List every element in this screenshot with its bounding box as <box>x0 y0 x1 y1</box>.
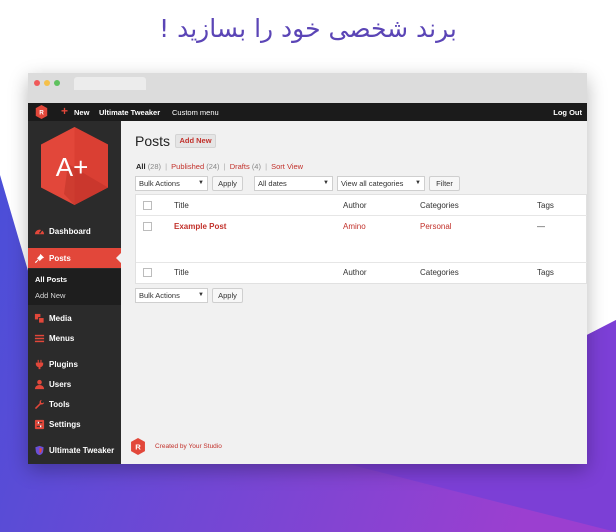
filter-all[interactable]: All <box>136 162 146 171</box>
apply-button-bottom[interactable]: Apply <box>212 288 243 303</box>
new-link[interactable]: New <box>74 108 89 117</box>
bulk-actions-value: Bulk Actions <box>139 179 180 188</box>
posts-table: Title Author Categories Tags Example Pos… <box>135 194 587 284</box>
main-content: Posts Add New All (28) | Published (24) … <box>121 121 587 464</box>
user-icon <box>34 379 45 390</box>
chevron-down-icon: ▼ <box>198 292 204 298</box>
dates-value: All dates <box>258 179 287 188</box>
wrench-icon <box>34 399 45 410</box>
post-category-link[interactable]: Personal <box>420 222 452 231</box>
sidebar-item-label: Dashboard <box>49 227 91 236</box>
sidebar-item-label: Settings <box>49 420 81 429</box>
logout-link[interactable]: Log Out <box>553 108 582 117</box>
column-footer-title[interactable]: Title <box>174 268 189 277</box>
post-author-link[interactable]: Amino <box>343 222 366 231</box>
chevron-down-icon: ▼ <box>323 180 329 186</box>
sidebar-item-label: Ultimate Tweaker <box>49 446 115 455</box>
sidebar-item-label: Posts <box>49 254 71 263</box>
filter-all-count: (28) <box>147 162 162 171</box>
table-footer-row: Title Author Categories Tags <box>136 262 587 283</box>
post-status-filters: All (28) | Published (24) | Drafts (4) |… <box>136 162 303 171</box>
column-footer-tags: Tags <box>537 268 554 277</box>
custom-menu-link[interactable]: Custom menu <box>172 108 219 117</box>
promo-headline: برند شخصی خود را بسازید ! <box>159 14 457 43</box>
apply-button[interactable]: Apply <box>212 176 243 191</box>
table-row: Example Post Amino Personal — <box>136 216 587 262</box>
plus-icon[interactable]: + <box>61 104 68 119</box>
maximize-dot-icon[interactable] <box>54 80 60 86</box>
browser-tab[interactable] <box>74 77 146 90</box>
ultimate-tweaker-link[interactable]: Ultimate Tweaker <box>99 108 160 117</box>
page-title: Posts <box>135 133 171 149</box>
submenu-all-posts[interactable]: All Posts <box>35 275 67 284</box>
footer-credit: Created by Your Studio <box>155 443 222 450</box>
brand-logo: A+ <box>41 127 108 205</box>
column-header-tags: Tags <box>537 201 554 210</box>
sidebar-item-users[interactable]: Users <box>28 374 121 394</box>
select-all-checkbox-footer[interactable] <box>143 268 152 277</box>
sidebar-item-tools[interactable]: Tools <box>28 394 121 414</box>
add-new-button[interactable]: Add New <box>175 134 216 148</box>
sort-view-link[interactable]: Sort View <box>271 162 303 171</box>
table-header-row: Title Author Categories Tags <box>136 195 587 216</box>
separator: | <box>223 162 226 171</box>
browser-window: R + New Ultimate Tweaker Custom menu Log… <box>28 73 587 464</box>
submenu-add-new[interactable]: Add New <box>35 291 65 300</box>
footer-logo-icon: R <box>131 438 145 455</box>
chevron-down-icon: ▼ <box>415 180 421 186</box>
site-logo-icon[interactable]: R <box>35 105 48 119</box>
admin-bar: R + New Ultimate Tweaker Custom menu Log… <box>28 103 587 121</box>
separator: | <box>165 162 168 171</box>
sidebar-item-label: Users <box>49 380 72 389</box>
chevron-down-icon: ▼ <box>198 180 204 186</box>
bulk-actions-select-bottom[interactable]: Bulk Actions ▼ <box>135 288 208 303</box>
post-tags: — <box>537 222 545 231</box>
sidebar-item-label: Media <box>49 314 72 323</box>
posts-submenu: All Posts Add New <box>28 269 121 305</box>
categories-select[interactable]: View all categories ▼ <box>337 176 425 191</box>
close-dot-icon[interactable] <box>34 80 40 86</box>
post-title-link[interactable]: Example Post <box>174 222 226 231</box>
separator: | <box>265 162 268 171</box>
filter-published-count: (24) <box>206 162 220 171</box>
filter-drafts[interactable]: Drafts <box>230 162 250 171</box>
shield-icon <box>35 445 44 456</box>
sidebar-item-label: Tools <box>49 400 70 409</box>
select-all-checkbox[interactable] <box>143 201 152 210</box>
sidebar-item-label: Menus <box>49 334 75 343</box>
filter-button[interactable]: Filter <box>429 176 460 191</box>
bulk-actions-value: Bulk Actions <box>139 291 180 300</box>
sidebar-item-plugins[interactable]: Plugins <box>28 354 121 374</box>
sidebar-item-ultimate-tweaker[interactable]: Ultimate Tweaker <box>28 440 121 460</box>
column-header-author: Author <box>343 201 367 210</box>
dates-select[interactable]: All dates ▼ <box>254 176 333 191</box>
svg-text:A+: A+ <box>56 152 89 182</box>
plugin-icon <box>35 359 44 370</box>
categories-value: View all categories <box>341 179 404 188</box>
sidebar-item-label: Plugins <box>49 360 78 369</box>
column-header-title[interactable]: Title <box>174 201 189 210</box>
bulk-actions-select[interactable]: Bulk Actions ▼ <box>135 176 208 191</box>
row-checkbox[interactable] <box>143 222 152 231</box>
filter-published[interactable]: Published <box>171 162 204 171</box>
column-header-categories: Categories <box>420 201 459 210</box>
sidebar-item-menus[interactable]: Menus <box>28 328 121 348</box>
dashboard-icon <box>34 229 45 235</box>
column-footer-categories: Categories <box>420 268 459 277</box>
minimize-dot-icon[interactable] <box>44 80 50 86</box>
pin-icon <box>34 253 45 264</box>
column-footer-author: Author <box>343 268 367 277</box>
settings-icon <box>34 419 45 430</box>
browser-chrome <box>28 73 587 103</box>
sidebar-item-posts[interactable]: Posts <box>28 248 121 268</box>
media-icon <box>34 313 45 324</box>
admin-sidebar: A+ Dashboard Posts All Posts Add New Med… <box>28 121 121 464</box>
svg-text:R: R <box>135 443 141 452</box>
sidebar-item-settings[interactable]: Settings <box>28 414 121 434</box>
filter-drafts-count: (4) <box>251 162 261 171</box>
svg-text:R: R <box>39 110 44 117</box>
sidebar-item-dashboard[interactable]: Dashboard <box>28 221 121 241</box>
menu-lines-icon <box>34 334 45 343</box>
sidebar-item-media[interactable]: Media <box>28 308 121 328</box>
